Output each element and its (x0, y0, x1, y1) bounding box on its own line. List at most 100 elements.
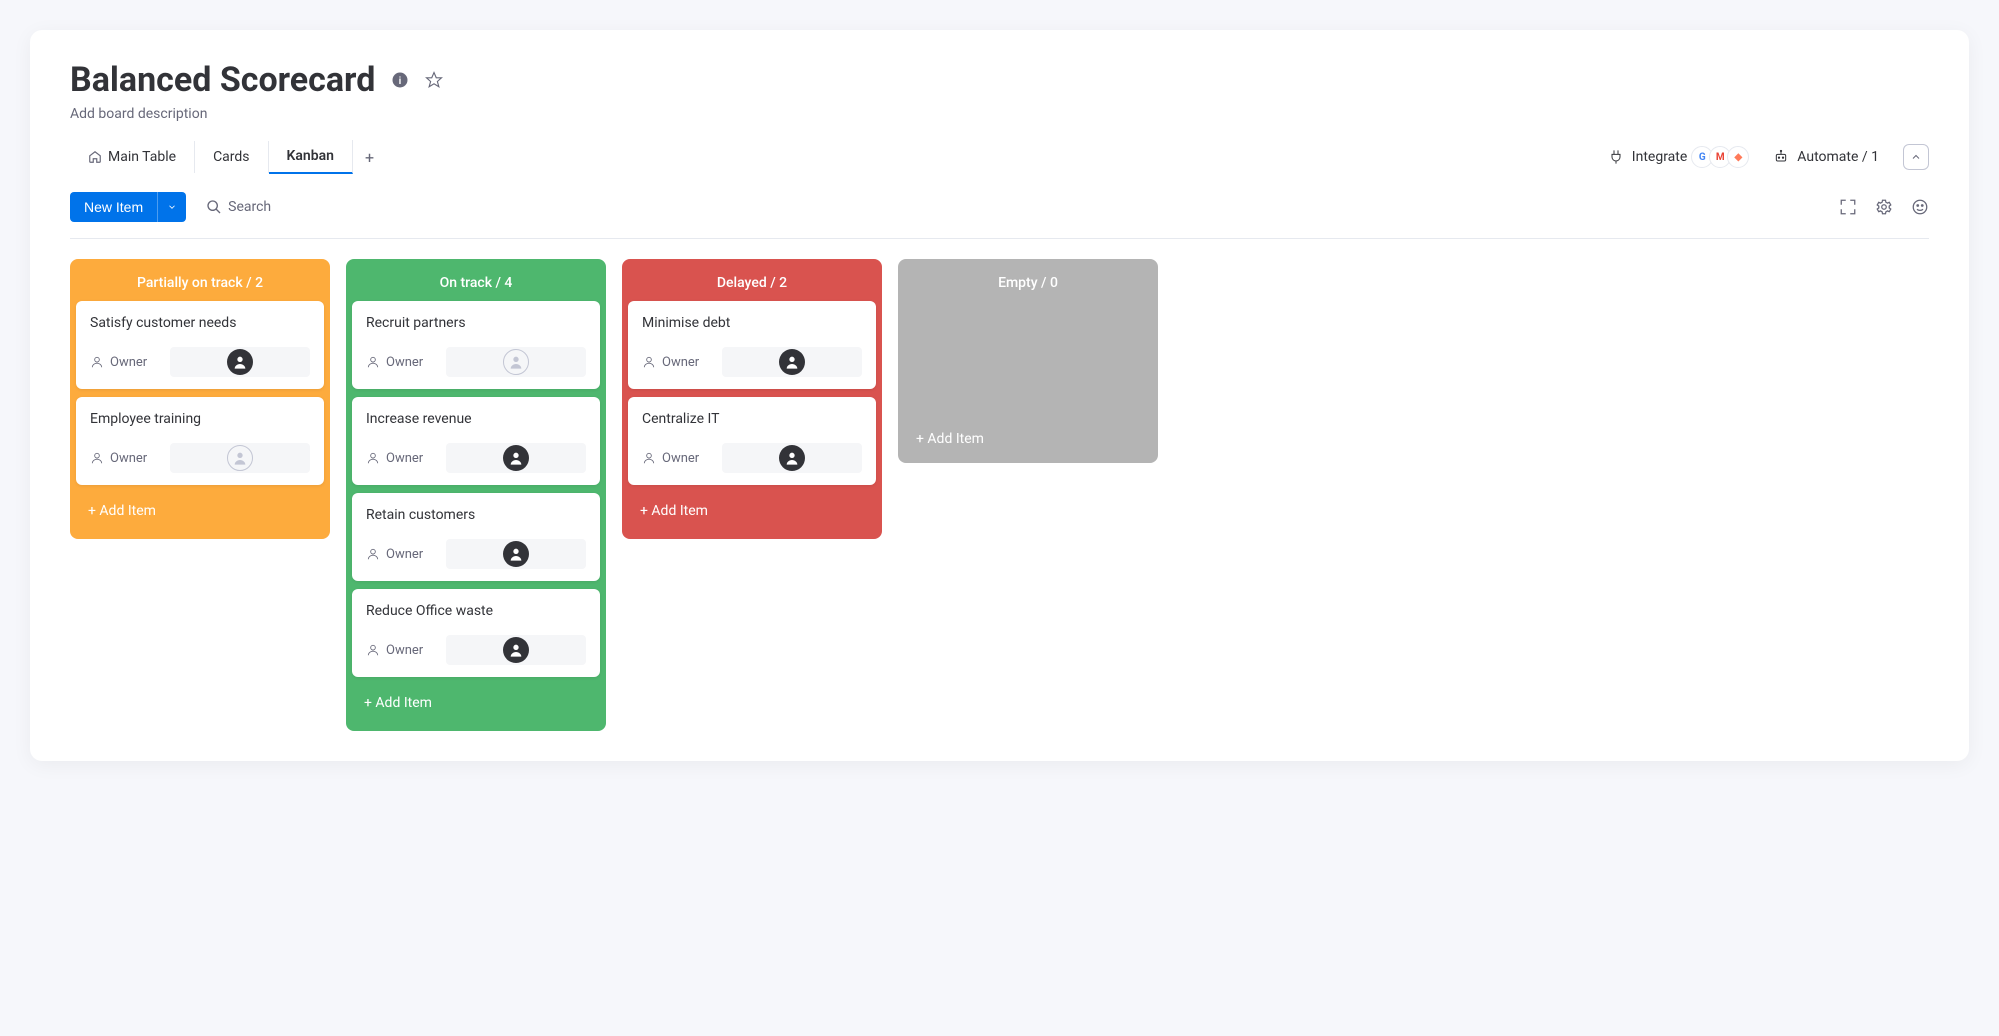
kanban-card[interactable]: Increase revenue Owner (352, 397, 600, 485)
owner-label-group: Owner (366, 355, 423, 370)
board-header: Balanced Scorecard i (70, 60, 1929, 100)
integrate-label: Integrate (1632, 149, 1688, 165)
search-button[interactable]: Search (206, 199, 271, 215)
owner-label: Owner (110, 355, 147, 370)
kanban-board: Partially on track / 2 Satisfy customer … (70, 259, 1929, 731)
owner-avatar (503, 637, 529, 663)
owner-cell[interactable] (446, 539, 586, 569)
tab-main-table[interactable]: Main Table (70, 141, 195, 173)
card-footer: Owner (366, 635, 586, 665)
add-item-button[interactable]: + Add Item (904, 421, 1152, 457)
card-footer: Owner (366, 443, 586, 473)
integration-icons: G M ◆ (1695, 146, 1749, 168)
add-item-button[interactable]: + Add Item (352, 685, 600, 725)
toolbar: New Item Search (70, 192, 1929, 239)
smiley-icon (1911, 198, 1929, 216)
tabs-row: Main Table Cards Kanban + Integrate G M … (70, 140, 1929, 174)
home-icon (88, 150, 102, 164)
owner-label-group: Owner (642, 355, 699, 370)
tab-kanban[interactable]: Kanban (269, 140, 353, 174)
kanban-column-partially: Partially on track / 2 Satisfy customer … (70, 259, 330, 539)
card-title: Recruit partners (366, 315, 586, 331)
owner-label-group: Owner (642, 451, 699, 466)
owner-avatar (503, 445, 529, 471)
tab-label: Kanban (287, 148, 334, 164)
chevron-up-icon (1910, 151, 1922, 163)
owner-cell[interactable] (722, 443, 862, 473)
person-icon (366, 355, 380, 369)
add-view-button[interactable]: + (353, 142, 386, 173)
kanban-card[interactable]: Satisfy customer needs Owner (76, 301, 324, 389)
owner-label-group: Owner (90, 355, 147, 370)
new-item-button[interactable]: New Item (70, 192, 157, 222)
expand-icon (1839, 198, 1857, 216)
owner-label-group: Owner (366, 547, 423, 562)
view-tabs: Main Table Cards Kanban + (70, 140, 386, 174)
kanban-card[interactable]: Employee training Owner (76, 397, 324, 485)
fullscreen-button[interactable] (1839, 198, 1857, 216)
column-header[interactable]: Partially on track / 2 (76, 265, 324, 301)
column-header[interactable]: Delayed / 2 (628, 265, 876, 301)
card-title: Increase revenue (366, 411, 586, 427)
collapse-header-button[interactable] (1903, 144, 1929, 170)
kanban-card[interactable]: Retain customers Owner (352, 493, 600, 581)
owner-cell[interactable] (722, 347, 862, 377)
board-description[interactable]: Add board description (70, 106, 1929, 122)
card-title: Satisfy customer needs (90, 315, 310, 331)
card-title: Reduce Office waste (366, 603, 586, 619)
kanban-card[interactable]: Reduce Office waste Owner (352, 589, 600, 677)
search-label: Search (228, 199, 271, 215)
add-item-button[interactable]: + Add Item (76, 493, 324, 533)
new-item-dropdown[interactable] (157, 192, 186, 222)
integrate-button[interactable]: Integrate G M ◆ (1608, 146, 1750, 168)
owner-avatar (779, 445, 805, 471)
person-icon (366, 547, 380, 561)
person-icon (90, 355, 104, 369)
owner-label-group: Owner (366, 643, 423, 658)
toolbar-right (1839, 198, 1929, 216)
new-item-group: New Item (70, 192, 186, 222)
owner-avatar (503, 541, 529, 567)
owner-avatar (503, 349, 529, 375)
board-title: Balanced Scorecard (70, 60, 375, 100)
card-footer: Owner (90, 443, 310, 473)
owner-cell[interactable] (446, 443, 586, 473)
tab-cards[interactable]: Cards (195, 141, 268, 173)
automate-button[interactable]: Automate / 1 (1773, 149, 1879, 165)
integration-badge: ◆ (1727, 146, 1749, 168)
column-header[interactable]: On track / 4 (352, 265, 600, 301)
column-header[interactable]: Empty / 0 (904, 265, 1152, 301)
info-icon[interactable]: i (391, 71, 409, 89)
board-container: Balanced Scorecard i Add board descripti… (30, 30, 1969, 761)
kanban-column-delayed: Delayed / 2 Minimise debt Owner Centrali… (622, 259, 882, 539)
person-icon (366, 643, 380, 657)
owner-cell[interactable] (446, 347, 586, 377)
kanban-card[interactable]: Recruit partners Owner (352, 301, 600, 389)
card-footer: Owner (90, 347, 310, 377)
owner-avatar (779, 349, 805, 375)
owner-cell[interactable] (170, 443, 310, 473)
kanban-card[interactable]: Centralize IT Owner (628, 397, 876, 485)
person-icon (642, 355, 656, 369)
kanban-column-ontrack: On track / 4 Recruit partners Owner Incr… (346, 259, 606, 731)
card-footer: Owner (366, 539, 586, 569)
card-title: Centralize IT (642, 411, 862, 427)
owner-cell[interactable] (170, 347, 310, 377)
person-icon (366, 451, 380, 465)
add-item-button[interactable]: + Add Item (628, 493, 876, 533)
owner-label: Owner (386, 451, 423, 466)
star-icon[interactable] (425, 71, 443, 89)
board-actions: Integrate G M ◆ Automate / 1 (1608, 144, 1929, 170)
chevron-down-icon (167, 202, 177, 212)
search-icon (206, 199, 222, 215)
toolbar-left: New Item Search (70, 192, 271, 222)
owner-label: Owner (386, 355, 423, 370)
owner-cell[interactable] (446, 635, 586, 665)
more-button[interactable] (1911, 198, 1929, 216)
owner-label: Owner (386, 547, 423, 562)
settings-button[interactable] (1875, 198, 1893, 216)
plug-icon (1608, 149, 1624, 165)
card-footer: Owner (642, 443, 862, 473)
owner-label-group: Owner (366, 451, 423, 466)
kanban-card[interactable]: Minimise debt Owner (628, 301, 876, 389)
